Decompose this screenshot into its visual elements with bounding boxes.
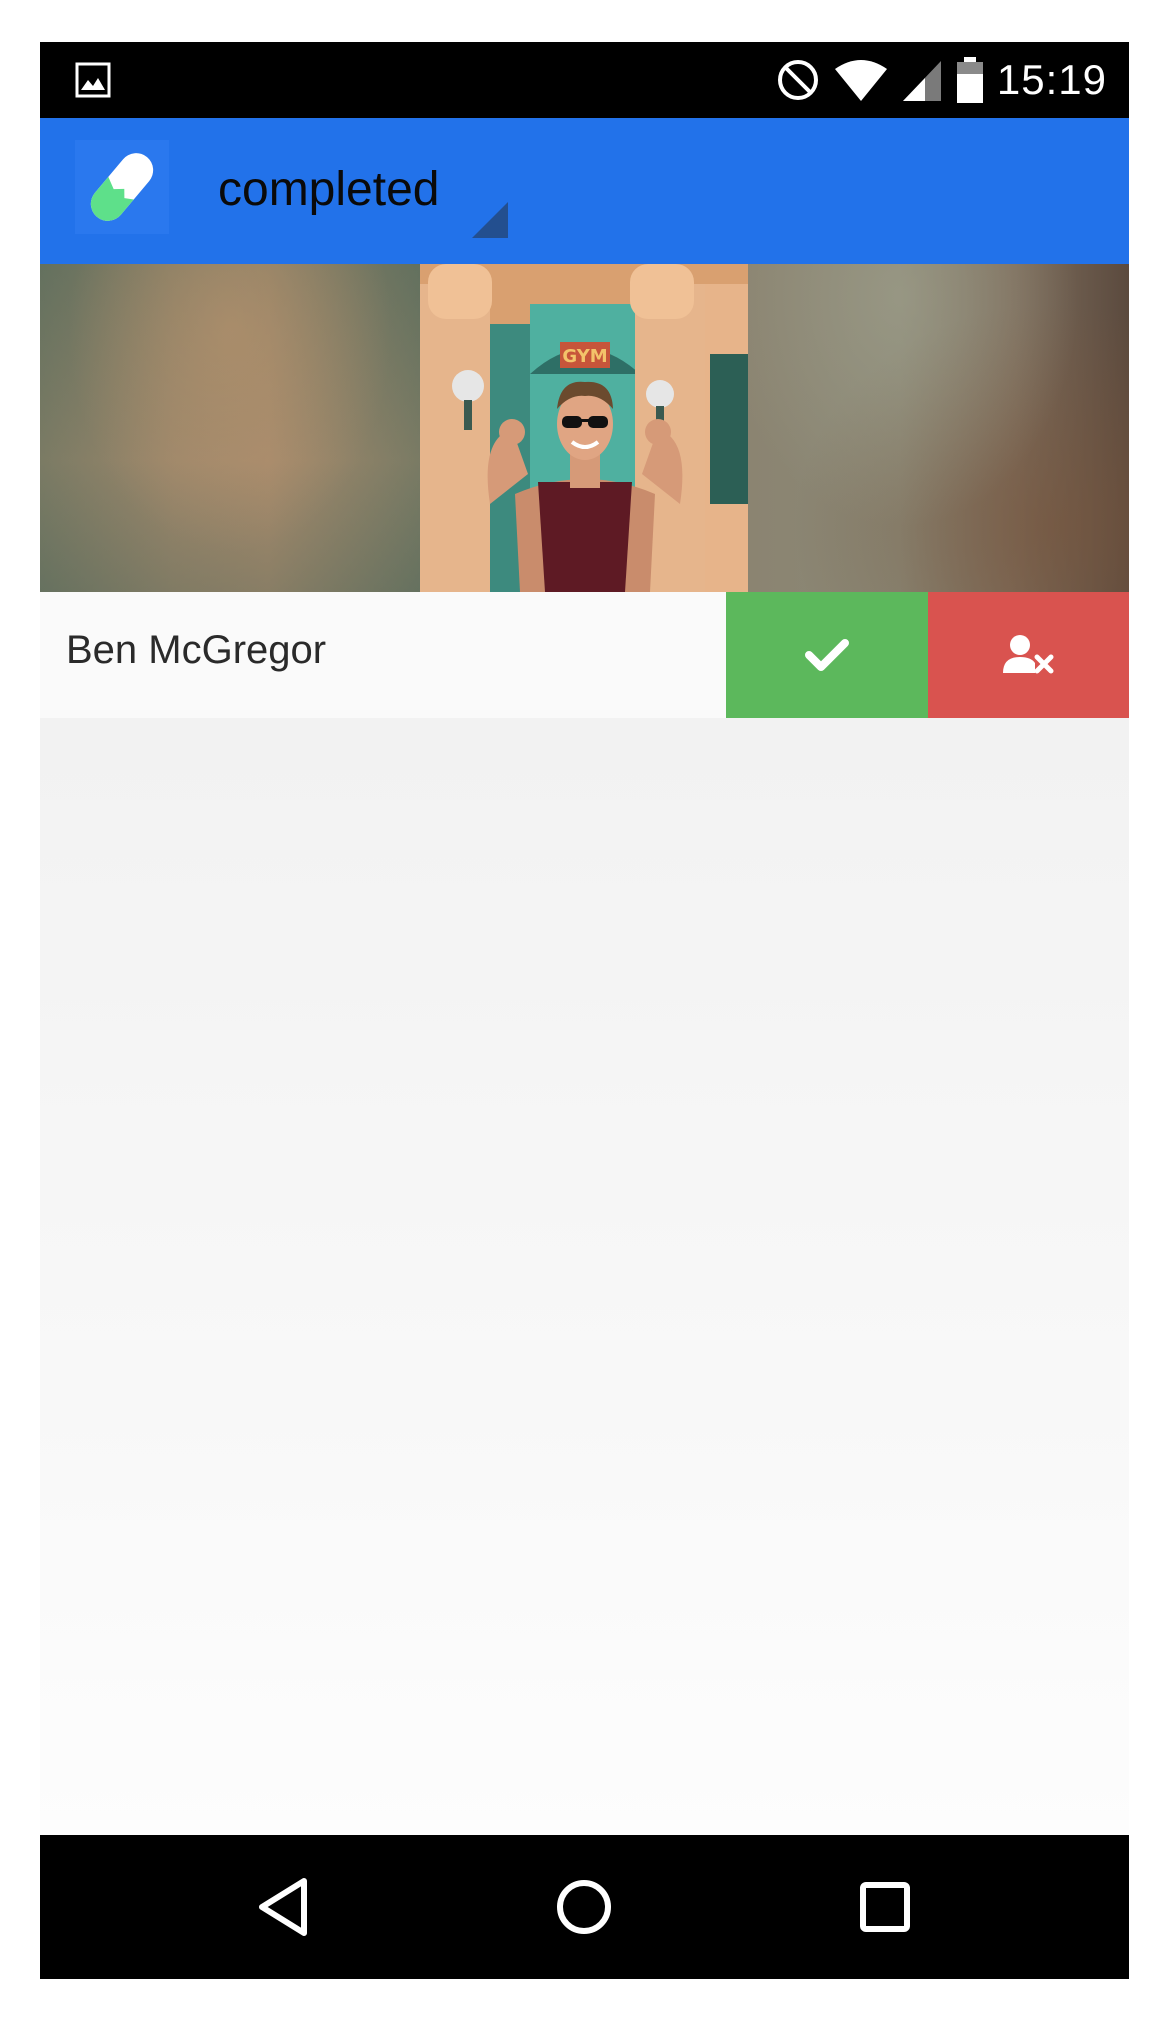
wifi-icon	[834, 60, 887, 101]
status-time: 15:19	[996, 56, 1107, 103]
status-filter-dropdown[interactable]: completed	[180, 148, 510, 248]
user-remove-icon	[1002, 635, 1053, 674]
status-bar: 15:19	[40, 42, 1129, 118]
back-icon[interactable]	[252, 1875, 316, 1939]
approve-button[interactable]	[726, 592, 928, 718]
profile-photo-strip[interactable]: GYM	[40, 264, 1129, 592]
blurred-photo-left	[40, 264, 420, 592]
reject-user-button[interactable]	[928, 592, 1129, 718]
image-notification-icon	[75, 62, 111, 98]
user-name: Ben McGregor	[66, 628, 327, 672]
empty-content-area	[40, 718, 1129, 1835]
do-not-disturb-icon	[777, 60, 818, 100]
blurred-photo-right	[748, 264, 1129, 592]
profile-photo: GYM	[420, 264, 748, 592]
home-icon[interactable]	[552, 1875, 616, 1939]
gym-sign-text: GYM	[562, 346, 607, 367]
phone-screen: 15:19 completed GYM Ben McGregor	[40, 42, 1129, 1979]
battery-icon	[956, 57, 983, 103]
check-icon	[805, 639, 849, 671]
recents-icon[interactable]	[853, 1875, 917, 1939]
filter-value: completed	[218, 163, 440, 216]
cell-signal-icon	[902, 61, 941, 101]
request-card-footer: Ben McGregor	[40, 592, 1129, 718]
pill-logo-icon	[75, 140, 169, 234]
navigation-bar	[40, 1835, 1129, 1979]
dropdown-triangle-icon	[472, 202, 508, 238]
app-bar: completed	[40, 118, 1129, 264]
